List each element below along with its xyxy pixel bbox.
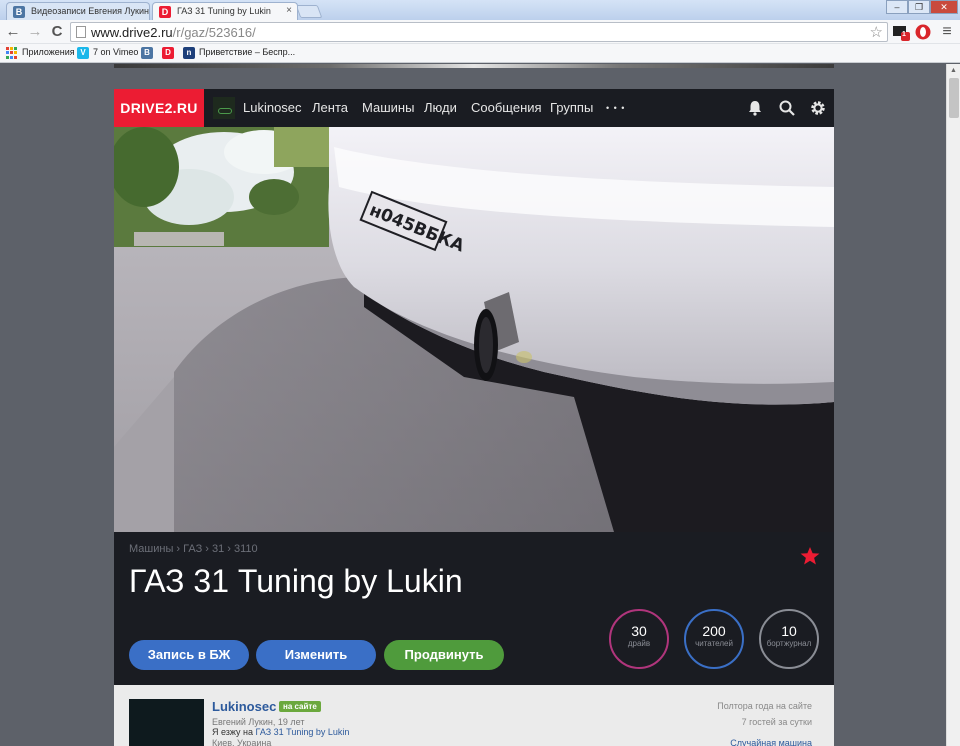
gear-icon[interactable] [809,99,827,117]
nav-people[interactable]: Люди [424,89,457,127]
reload-button[interactable]: C [48,23,66,41]
nav-user[interactable]: Lukinosec [243,89,302,127]
extension-icon[interactable] [892,23,910,41]
page-viewport: DRIVE2.RU Lukinosec Лента Машины Люди Со… [0,64,946,746]
online-badge: на сайте [279,701,321,712]
drive2-icon: D [162,47,174,59]
vk-icon: В [141,47,153,59]
owner-name[interactable]: Lukinosec [212,699,276,714]
site-header: DRIVE2.RU Lukinosec Лента Машины Люди Со… [114,89,834,127]
tab-title: ГАЗ 31 Tuning by Lukin [177,6,271,16]
menu-icon[interactable]: ≡ [938,23,956,41]
url-path: /r/gaz/523616/ [172,25,256,40]
scroll-thumb[interactable] [949,78,959,118]
drive2-page: DRIVE2.RU Lukinosec Лента Машины Люди Со… [114,89,834,746]
site-logo[interactable]: DRIVE2.RU [114,89,204,127]
bookmark-star-icon[interactable]: ☆ [870,23,883,41]
bookmarks-bar: Приложения V 7 on Vimeo В D n Приветстви… [0,44,960,63]
maximize-button[interactable]: ❐ [908,0,930,14]
url-host: www.drive2.ru [91,25,173,40]
nav-more[interactable]: • • • [606,89,625,127]
owner-location: Киев, Украина [212,738,272,746]
forward-button[interactable]: → [26,23,44,41]
car-photo[interactable]: н045ВБКА [114,127,834,532]
owner-avatar[interactable] [129,699,204,746]
page-title: ГАЗ 31 Tuning by Lukin [129,563,463,599]
random-car-link[interactable]: Случайная машина [730,738,812,746]
stat-readers[interactable]: 200 читателей [684,609,744,669]
favorite-star-icon[interactable] [800,546,820,566]
bell-icon[interactable] [746,99,764,117]
previous-image-strip [114,64,834,68]
tab-drive2[interactable]: D ГАЗ 31 Tuning by Lukin × [152,2,298,20]
minimize-button[interactable]: – [886,0,908,14]
user-avatar[interactable] [213,97,235,119]
nav-groups[interactable]: Группы [550,89,593,127]
browser-toolbar: ← → C www.drive2.ru/r/gaz/523616/ ☆ 1 ≡ [0,20,960,44]
owner-guests: 7 гостей за сутки [741,717,812,727]
owner-car-link[interactable]: ГАЗ 31 Tuning by Lukin [256,727,350,737]
search-icon[interactable] [778,99,796,117]
logbook-entry-button[interactable]: Запись в БЖ [129,640,249,670]
new-tab-button[interactable] [295,5,323,18]
owner-drives: Я езжу на ГАЗ 31 Tuning by Lukin [212,727,350,737]
promote-button[interactable]: Продвинуть [384,640,504,670]
extension-badge: 1 [902,31,906,38]
bookmark-apps[interactable]: Приложения [6,47,75,59]
owner-since: Полтора года на сайте [717,701,812,711]
nav-cars[interactable]: Машины [362,89,414,127]
close-window-button[interactable]: ✕ [930,0,958,14]
stat-logbook[interactable]: 10 бортжурнал [759,609,819,669]
car-info-panel: Машины › ГАЗ › 31 › 3110 ГАЗ 31 Tuning b… [114,532,834,685]
nav-messages[interactable]: Сообщения [471,89,542,127]
page-icon [76,26,86,38]
opera-icon[interactable] [914,23,932,41]
back-button[interactable]: ← [4,23,22,41]
nav-feed[interactable]: Лента [312,89,348,127]
scroll-up-icon[interactable]: ▲ [950,67,957,74]
drive2-icon: D [159,6,171,18]
tab-strip: В Видеозаписи Евгения Лукин D ГАЗ 31 Tun… [0,0,960,20]
stat-drive[interactable]: 30 драйв [609,609,669,669]
owner-info: Евгений Лукин, 19 лет [212,717,305,727]
close-icon[interactable]: × [286,5,292,16]
breadcrumb[interactable]: Машины › ГАЗ › 31 › 3110 [129,543,258,555]
page-scrollbar[interactable]: ▲ [946,64,960,746]
address-bar[interactable]: www.drive2.ru/r/gaz/523616/ ☆ [70,22,888,42]
edit-button[interactable]: Изменить [256,640,376,670]
network-icon: n [183,47,195,59]
bookmark-welcome[interactable]: n Приветствие – Беспр... [183,47,295,59]
vimeo-icon: V [77,47,89,59]
car-photo-image: н045ВБКА [114,127,834,532]
vk-icon: В [13,6,25,18]
tab-title: Видеозаписи Евгения Лукин [31,6,149,16]
bookmark-vimeo[interactable]: V 7 on Vimeo [77,47,138,59]
apps-grid-icon [6,47,18,59]
owner-panel: Lukinosec на сайте Евгений Лукин, 19 лет… [114,685,834,746]
tab-vk-videos[interactable]: В Видеозаписи Евгения Лукин [6,2,150,20]
